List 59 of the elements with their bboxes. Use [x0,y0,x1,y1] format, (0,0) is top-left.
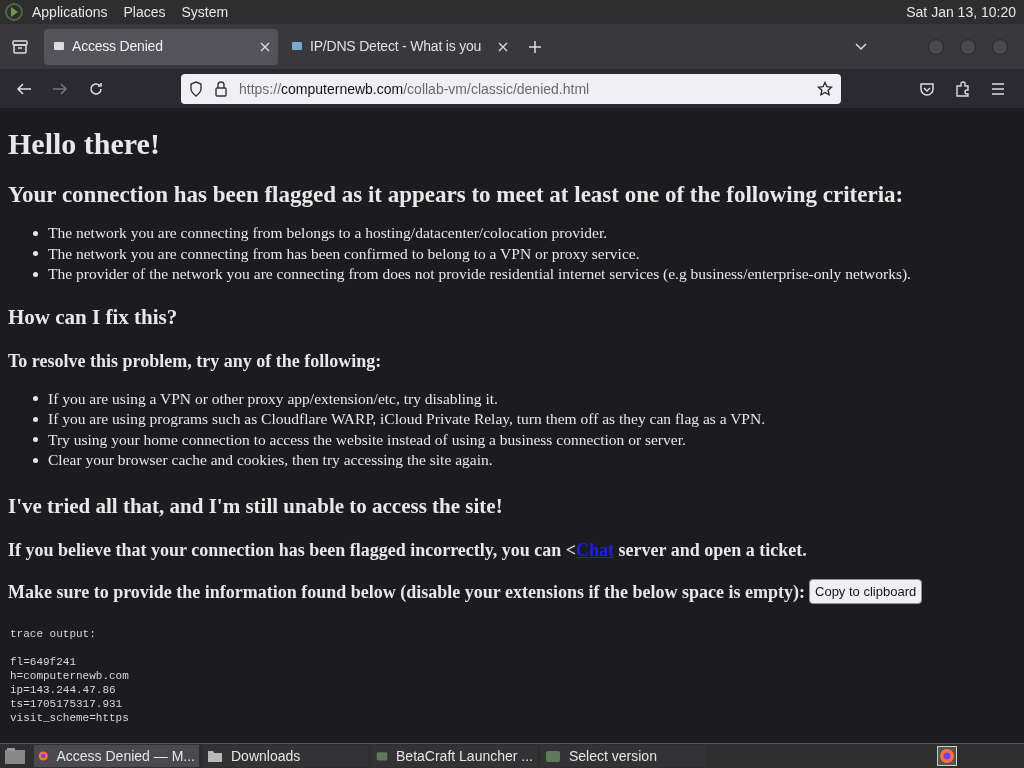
list-item-text: Clear your browser cache and cookies, then try accessing the site again. [48,450,493,470]
bullet-icon [33,230,38,236]
taskbar-button[interactable]: Select version [541,745,706,767]
desktop-icon[interactable] [4,747,26,765]
copy-button[interactable]: Copy to clipboard [809,578,923,605]
section-heading: I've tried all that, and I'm still unable to access the site! [8,492,504,520]
bullet-icon [33,437,38,443]
clock: Sat Jan 13, 10:20 [906,2,1016,22]
browser-icon [38,748,49,764]
section-heading: How can I fix this? [8,303,179,331]
panel-menu[interactable]: Applications [32,1,108,23]
list-item-text: The network you are connecting from has been confirmed to belong to a VPN or proxy service. [48,243,640,264]
taskbar-button[interactable]: Downloads [203,745,368,767]
taskbar-button[interactable]: BetaCraft Launcher ... [372,745,537,767]
subheading: To resolve this problem, try any of the following: [8,349,383,373]
taskbar-button[interactable]: Access Denied — M... [34,745,199,767]
reload-icon[interactable] [88,81,104,97]
tab-title: IP/DNS Detect - What is you [310,37,483,56]
bullet-icon [33,271,38,277]
star-icon[interactable] [817,81,833,97]
bullet-icon [33,396,38,402]
url-text: https://computernewb.com/collab-vm/classic/denied.html [239,79,591,99]
browser-tab[interactable]: Access Denied [44,28,278,65]
close-icon[interactable] [498,41,508,52]
app-icon [376,749,389,763]
close-icon[interactable] [260,41,270,52]
new-tab-icon[interactable] [528,39,542,54]
chevron-down-icon[interactable] [854,41,868,52]
page-title: Hello there! [8,126,161,162]
tab-title: Access Denied [72,37,164,56]
tab-list-icon[interactable] [11,38,29,55]
forward-icon[interactable] [52,82,68,96]
logo-icon [4,2,24,22]
list-item-text: If you are using programs such as Cloudflare WARP, iCloud Private Relay, turn them off as they can flag as a VPN. [48,409,766,429]
folder-icon [207,749,223,763]
contact-sentence: If you believe that your connection has been flagged incorrectly, you can <Chat server and open a ticket. [8,538,808,562]
list-item-text: The network you are connecting from belongs to a hosting/datacenter/colocation provider. [48,223,608,243]
instruction-text: Make sure to provide the information found below (disable your extensions if the below space is empty): [8,580,805,604]
address-bar[interactable]: https://computernewb.com/collab-vm/classic/denied.html [181,74,841,104]
list-item-text: If you are using a VPN or other proxy app/extension/etc, try disabling it. [48,388,498,409]
bullet-icon [33,416,38,422]
menu-icon[interactable] [991,83,1005,95]
pocket-icon[interactable] [919,81,935,97]
lock-icon [215,81,227,97]
browser-tab[interactable]: IP/DNS Detect - What is you [282,28,516,65]
panel-menu[interactable]: System [181,1,229,23]
list-item-text: Try using your home connection to access the website instead of using a business connection or server. [48,429,686,450]
list-item-text: The provider of the network you are connecting from does not provide residential internet services (e.g business/enterprise-only networks). [48,264,911,284]
browser-icon[interactable] [937,746,957,766]
bullet-icon [33,251,38,257]
panel-menu[interactable]: Places [123,1,166,23]
puzzle-icon[interactable] [955,81,971,97]
section-heading: Your connection has been flagged as it appears to meet at least one of the following criteria: [8,181,905,209]
trace-label: trace output: [10,626,97,641]
bullet-icon [33,457,38,463]
app-icon [545,749,561,763]
trace-output: fl=649f241 h=computernewb.com ip=143.244.47.86 ts=1705175317.931 visit_scheme=https [10,654,130,725]
back-icon[interactable] [16,82,32,96]
shield-icon [189,81,203,97]
